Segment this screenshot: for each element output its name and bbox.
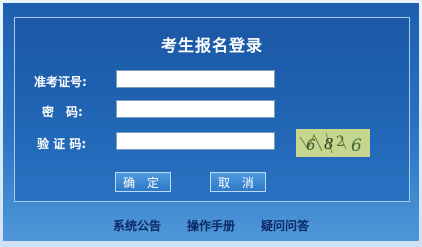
- footer-links: 系统公告 操作手册 疑问问答: [0, 217, 422, 234]
- captcha-char-1: 6: [306, 136, 316, 154]
- login-frame: 考生报名登录 准考证号: 密 码: 验 证 码: 6 8 2 6 确 定 取 消: [3, 3, 419, 241]
- candidate-id-input[interactable]: [116, 70, 275, 88]
- operation-manual-link[interactable]: 操作手册: [187, 217, 235, 234]
- login-title: 考生报名登录: [160, 36, 263, 55]
- login-panel: 考生报名登录 准考证号: 密 码: 验 证 码: 6 8 2 6 确 定 取 消: [14, 17, 410, 202]
- captcha-char-2: 8: [324, 135, 334, 153]
- system-announcement-link[interactable]: 系统公告: [113, 217, 161, 234]
- captcha-char-3: 2: [336, 134, 345, 150]
- captcha-char-4: 6: [351, 136, 362, 156]
- captcha-graphic: 6 8 2 6: [296, 129, 370, 157]
- password-input[interactable]: [116, 100, 275, 118]
- confirm-button[interactable]: 确 定: [115, 172, 171, 192]
- candidate-id-label: 准考证号:: [34, 75, 87, 89]
- faq-link[interactable]: 疑问问答: [261, 217, 309, 234]
- captcha-image[interactable]: 6 8 2 6: [296, 129, 370, 157]
- password-label: 密 码:: [42, 105, 83, 119]
- captcha-label: 验 证 码:: [37, 137, 87, 151]
- captcha-input[interactable]: [116, 132, 275, 150]
- cancel-button[interactable]: 取 消: [210, 172, 266, 192]
